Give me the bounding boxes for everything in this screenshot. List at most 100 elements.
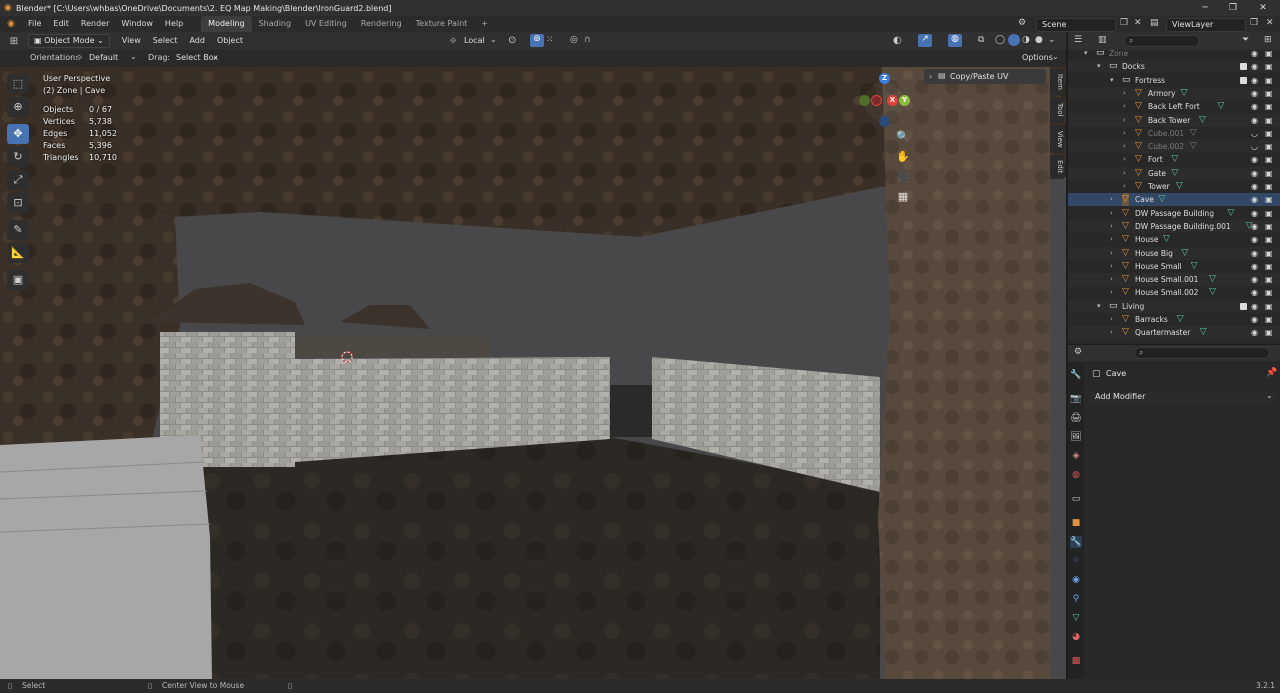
render-camera-icon[interactable]: ▣ [1265,100,1273,113]
copy-paste-uv-panel[interactable]: › ▤ Copy/Paste UV [924,69,1046,84]
disclosure-open-icon[interactable]: ▾ [1084,47,1088,60]
mesh-data-properties-icon[interactable]: ▽ [1070,612,1082,624]
collection-properties-icon[interactable]: ▭ [1070,493,1082,505]
eye-closed-icon[interactable]: ◡ [1251,140,1258,153]
eye-icon[interactable]: ◉ [1251,247,1258,260]
eye-icon[interactable]: ◉ [1251,233,1258,246]
render-camera-icon[interactable]: ▣ [1265,286,1273,299]
render-camera-icon[interactable]: ▣ [1265,273,1273,286]
npanel-tab-tool[interactable]: Tool [1050,97,1064,123]
overlay-toggle-icon[interactable]: ◍ [948,34,962,47]
outliner-row[interactable]: › ▽ House ▽ ◉ ▣ [1068,233,1280,246]
render-camera-icon[interactable]: ▣ [1265,60,1273,73]
outliner-row[interactable]: › ▽ House Small.002 ▽ ◉ ▣ [1068,286,1280,299]
eye-icon[interactable]: ◉ [1251,87,1258,100]
disclosure-closed-icon[interactable]: › [1110,286,1113,299]
render-camera-icon[interactable]: ▣ [1265,114,1273,127]
npanel-tab-view[interactable]: View [1050,125,1064,153]
menu-window[interactable]: Window [115,16,159,32]
disclosure-closed-icon[interactable]: › [1123,100,1126,113]
workspace-tab-texture-paint[interactable]: Texture Paint [409,16,475,32]
render-camera-icon[interactable]: ▣ [1265,207,1273,220]
cursor-tool-icon[interactable]: ⊕ [7,97,29,117]
outliner-row[interactable]: ▾ ▭ Fortress ◉ ▣ [1068,74,1280,87]
mode-selector[interactable]: ▣ Object Mode ⌄ [28,34,110,48]
menu-help[interactable]: Help [159,16,189,32]
disclosure-open-icon[interactable]: ▾ [1097,60,1101,73]
disclosure-closed-icon[interactable]: › [1110,313,1113,326]
camera-view-icon[interactable]: 🎥 [895,169,911,185]
select-box-tool-icon[interactable]: ⬚ [7,74,29,94]
eye-icon[interactable]: ◉ [1251,326,1258,339]
rotate-tool-icon[interactable]: ↻ [7,147,29,167]
render-camera-icon[interactable]: ▣ [1265,140,1273,153]
menu-edit[interactable]: Edit [47,16,75,32]
eye-icon[interactable]: ◉ [1251,60,1258,73]
eye-icon[interactable]: ◉ [1251,167,1258,180]
modifier-properties-icon[interactable]: 🔧 [1070,536,1082,548]
workspace-tab-modeling[interactable]: Modeling [201,16,252,32]
render-camera-icon[interactable]: ▣ [1265,260,1273,273]
gizmo-z-axis[interactable]: Z [879,73,890,84]
pin-icon[interactable]: 📌 [1266,368,1277,378]
minimize-button[interactable]: ─ [1190,0,1220,16]
outliner-editor-icon[interactable]: ☰ [1074,35,1082,45]
gizmo-y-axis[interactable]: Y [899,95,910,106]
gizmo-neg-y-axis[interactable] [859,95,870,106]
rendered-shading-icon[interactable]: ● [1035,35,1043,45]
eye-icon[interactable]: ◉ [1251,300,1258,313]
eye-icon[interactable]: ◉ [1251,180,1258,193]
disclosure-closed-icon[interactable]: › [1110,260,1113,273]
disclosure-closed-icon[interactable]: › [1123,167,1126,180]
render-camera-icon[interactable]: ▣ [1265,326,1273,339]
exclude-checkbox[interactable] [1240,63,1247,71]
workspace-tab-uv-editing[interactable]: UV Editing [298,16,354,32]
gizmo-neg-z-axis[interactable] [879,116,890,127]
viewport-menu-object[interactable]: Object [211,32,249,50]
outliner-row[interactable]: › ▽ Back Tower ▽ ◉ ▣ [1068,113,1280,127]
physics-properties-icon[interactable]: ◉ [1070,574,1082,586]
eye-icon[interactable]: ◉ [1251,313,1258,326]
constraints-properties-icon[interactable]: ⚲ [1070,593,1082,605]
eye-icon[interactable]: ◉ [1251,74,1258,87]
exclude-checkbox[interactable] [1240,76,1247,84]
menu-file[interactable]: File [22,16,47,32]
texture-properties-icon[interactable]: ▩ [1070,655,1082,667]
annotate-tool-icon[interactable]: ✎ [7,220,29,240]
world-properties-icon[interactable]: ◍ [1070,469,1082,481]
visibility-icon[interactable]: ◐ [893,35,902,46]
npanel-tab-edit[interactable]: Edit [1050,155,1064,179]
outliner-row[interactable]: › ▽ Tower ▽ ◉ ▣ [1068,180,1280,193]
close-button[interactable]: ✕ [1248,0,1278,16]
eye-icon[interactable]: ◉ [1251,47,1258,60]
render-camera-icon[interactable]: ▣ [1265,47,1273,60]
outliner-row[interactable]: › ▽ Cube.002 ▽ ◡ ▣ [1068,140,1280,154]
disclosure-open-icon[interactable]: ▾ [1097,300,1101,313]
properties-editor-icon[interactable]: ⚙ [1074,347,1082,357]
zoom-icon[interactable]: 🔍 [895,129,911,145]
outliner-row[interactable]: › ▽ Gate ▽ ◉ ▣ [1068,166,1280,180]
eye-icon[interactable]: ◉ [1251,220,1258,233]
viewport-menu-select[interactable]: Select [147,32,184,50]
outliner[interactable]: ☰ ▥ ⌕ ⏷ ⊞ ▾ ▭ Zone ◉ ▣ ▾ ▭ Docks ◉ ▣ ▾ ▭ Fortress ◉ ▣ ›… [1068,32,1280,344]
render-camera-icon[interactable]: ▣ [1265,74,1273,87]
measure-tool-icon[interactable]: 📐 [7,243,29,263]
properties-search-input[interactable]: ⌕ [1134,347,1270,359]
render-camera-icon[interactable]: ▣ [1265,87,1273,100]
particles-properties-icon[interactable]: ⁘ [1070,555,1082,567]
workspace-tab-shading[interactable]: Shading [252,16,299,32]
outliner-row[interactable]: › ▽ Cave ▽ ◉ ▣ [1068,193,1280,207]
render-camera-icon[interactable]: ▣ [1265,247,1273,260]
pivot-point-icon[interactable]: ⊙ [508,35,516,46]
add-workspace-button[interactable]: + [474,16,495,32]
viewport-menu-view[interactable]: View [116,32,147,50]
eye-closed-icon[interactable]: ◡ [1251,127,1258,140]
material-properties-icon[interactable]: ◕ [1070,631,1082,643]
tool-properties-icon[interactable]: 🔧 [1070,369,1082,381]
render-camera-icon[interactable]: ▣ [1265,220,1273,233]
disclosure-closed-icon[interactable]: › [1110,207,1113,220]
viewport-menu-add[interactable]: Add [183,32,211,50]
gizmo-x-axis[interactable]: X [887,95,898,106]
eye-icon[interactable]: ◉ [1251,260,1258,273]
disclosure-closed-icon[interactable]: › [1123,153,1126,166]
